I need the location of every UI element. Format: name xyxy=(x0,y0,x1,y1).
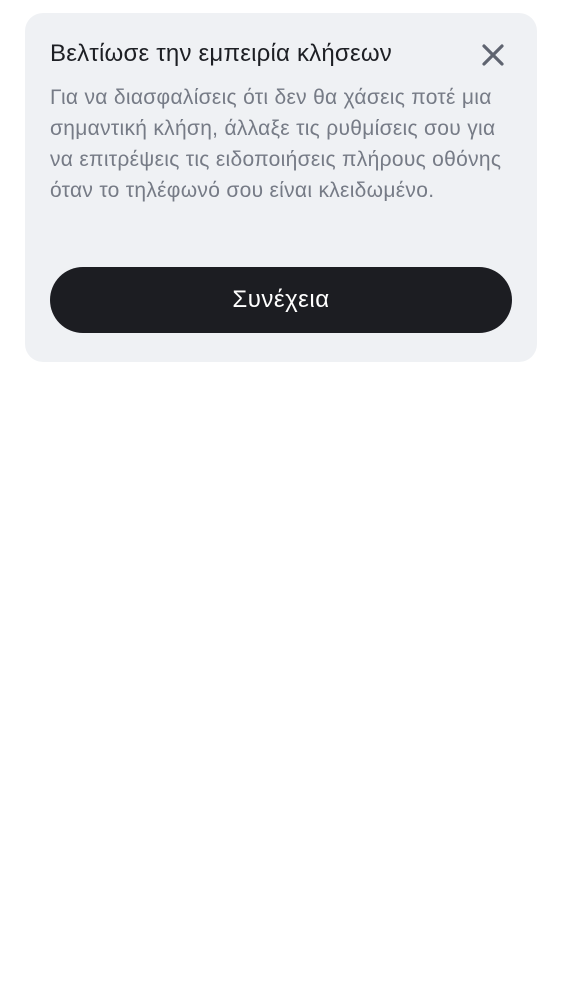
dialog-message: Για να διασφαλίσεις ότι δεν θα χάσεις πο… xyxy=(50,86,502,202)
call-experience-dialog: Βελτίωσε την εμπειρία κλήσεων Για να δια… xyxy=(25,13,537,362)
close-icon xyxy=(482,44,504,66)
continue-button[interactable]: Συνέχεια xyxy=(50,267,512,333)
dialog-title: Βελτίωσε την εμπειρία κλήσεων xyxy=(50,40,392,67)
close-button[interactable] xyxy=(477,39,509,71)
